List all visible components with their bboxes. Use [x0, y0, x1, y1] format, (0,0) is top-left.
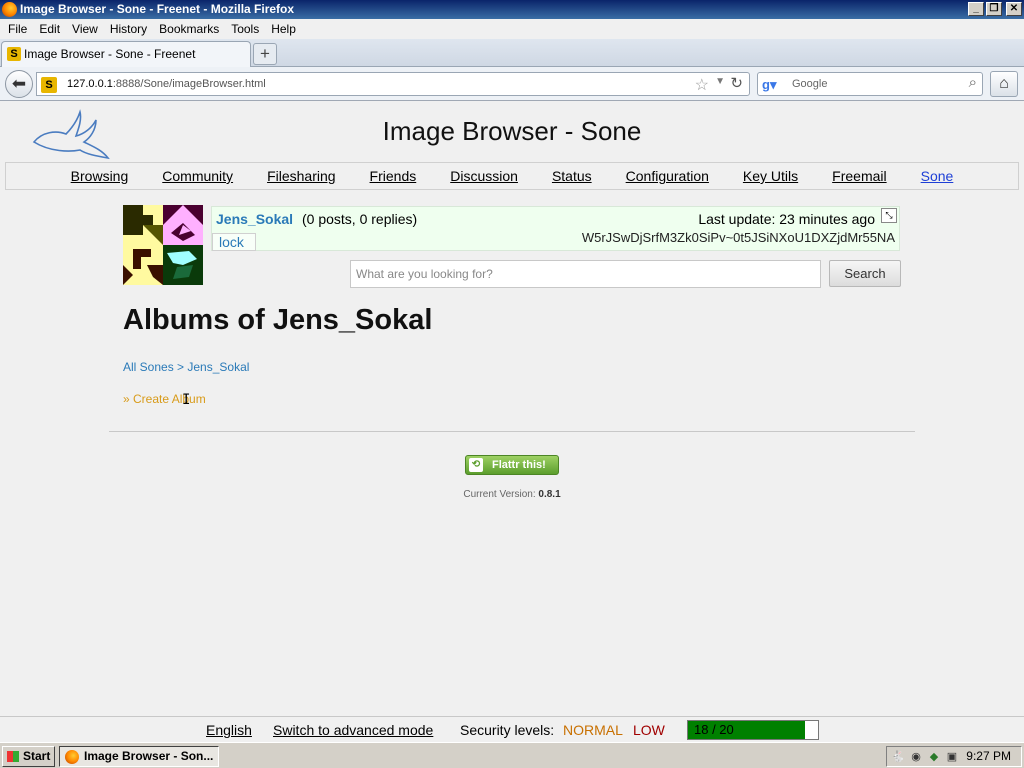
nav-browsing[interactable]: Browsing	[71, 168, 129, 184]
advanced-mode-link[interactable]: Switch to advanced mode	[273, 722, 433, 738]
taskbar-firefox-window[interactable]: Image Browser - Son...	[59, 746, 219, 767]
nav-community[interactable]: Community	[162, 168, 233, 184]
menu-tools[interactable]: Tools	[225, 22, 265, 36]
last-update-text: Last update: 23 minutes ago	[698, 211, 875, 227]
menu-bookmarks[interactable]: Bookmarks	[153, 22, 225, 36]
firefox-icon	[2, 2, 17, 17]
tab-bar: S Image Browser - Sone - Freenet +	[0, 39, 1024, 67]
nav-friends[interactable]: Friends	[370, 168, 417, 184]
page-title: Image Browser - Sone	[382, 116, 642, 146]
system-tray: 🐇 ◉ ◆ ▣ 9:27 PM	[886, 746, 1022, 767]
url-text[interactable]: 127.0.0.1:8888/Sone/imageBrowser.html	[67, 73, 266, 95]
security-levels-label: Security levels:	[460, 722, 555, 738]
reload-icon[interactable]: ↻	[730, 74, 743, 92]
version-label: Current Version:	[463, 489, 536, 500]
new-tab-button[interactable]: +	[253, 43, 277, 65]
history-dropdown-icon[interactable]: ▼	[715, 76, 725, 87]
sone-key-text: W5rJSwDjSrfM3Zk0SiPv~0t5JSiNXoU1DXZjdMr5…	[581, 230, 895, 245]
sone-profile-box: Jens_Sokal (0 posts, 0 replies) Last upd…	[211, 206, 900, 251]
flattr-button[interactable]: ⟲ Flattr this!	[465, 455, 559, 475]
flattr-label: Flattr this!	[492, 459, 546, 471]
freenet-nav-menu: Browsing Community Filesharing Friends D…	[5, 162, 1019, 190]
back-button[interactable]: ⬅	[5, 70, 33, 98]
nav-configuration[interactable]: Configuration	[626, 168, 709, 184]
create-album-link[interactable]: » Create Album	[123, 392, 206, 406]
sone-favicon-icon: S	[7, 47, 21, 61]
nav-sone[interactable]: Sone	[921, 168, 954, 184]
nav-filesharing[interactable]: Filesharing	[267, 168, 335, 184]
bookmark-star-icon[interactable]: ☆	[695, 75, 709, 95]
windows-taskbar: Start Image Browser - Son... 🐇 ◉ ◆ ▣ 9:2…	[0, 742, 1024, 768]
version-info: Current Version: 0.8.1	[0, 489, 1024, 500]
menu-history[interactable]: History	[104, 22, 153, 36]
nav-discussion[interactable]: Discussion	[450, 168, 518, 184]
navigation-bar: ⬅ S 127.0.0.1:8888/Sone/imageBrowser.htm…	[0, 67, 1024, 101]
menu-edit[interactable]: Edit	[33, 22, 66, 36]
maximize-button[interactable]: ❐	[986, 2, 1002, 16]
peers-count: 18 / 20	[694, 722, 734, 737]
expand-icon[interactable]: ⤡	[881, 208, 897, 223]
menu-bar: File Edit View History Bookmarks Tools H…	[0, 19, 1024, 39]
lock-button[interactable]: lock	[212, 233, 256, 251]
version-number: 0.8.1	[538, 489, 561, 500]
avatar[interactable]	[123, 205, 203, 285]
text-cursor-icon: I	[182, 392, 191, 408]
close-button[interactable]: ✕	[1006, 2, 1022, 16]
back-arrow-icon: ⬅	[11, 74, 27, 93]
nav-freemail[interactable]: Freemail	[832, 168, 886, 184]
magnifier-icon[interactable]: ⌕	[969, 74, 977, 91]
nav-key-utils[interactable]: Key Utils	[743, 168, 798, 184]
language-link[interactable]: English	[206, 722, 252, 738]
firefox-icon	[65, 750, 79, 764]
monitor-tray-icon[interactable]: ▣	[945, 750, 959, 764]
menu-view[interactable]: View	[66, 22, 104, 36]
security-level-friends[interactable]: LOW	[633, 722, 665, 738]
albums-heading: Albums of Jens_Sokal	[123, 304, 433, 336]
address-bar[interactable]: S 127.0.0.1:8888/Sone/imageBrowser.html …	[36, 72, 750, 96]
windows-logo-icon	[7, 751, 19, 762]
tab-label: Image Browser - Sone - Freenet	[24, 47, 196, 61]
window-controls: _ ❐ ✕	[968, 2, 1022, 16]
google-icon[interactable]: g▾	[762, 77, 778, 93]
window-title: Image Browser - Sone - Freenet - Mozilla…	[20, 2, 295, 16]
network-tray-icon[interactable]: ◉	[909, 750, 923, 764]
sone-post-counts: (0 posts, 0 replies)	[302, 211, 418, 227]
freenet-tray-icon[interactable]: 🐇	[891, 750, 905, 764]
site-identity-icon[interactable]: S	[41, 77, 57, 93]
search-button[interactable]: Search	[829, 260, 901, 287]
peers-progress-bar: 18 / 20	[687, 720, 819, 740]
minimize-button[interactable]: _	[968, 2, 984, 16]
url-host: 127.0.0.1	[67, 78, 113, 90]
web-search-bar[interactable]: g▾ Google ⌕	[757, 72, 983, 96]
page-content: Image Browser - Sone Browsing Community …	[0, 102, 1024, 716]
menu-file[interactable]: File	[2, 22, 33, 36]
nav-status[interactable]: Status	[552, 168, 592, 184]
clock[interactable]: 9:27 PM	[966, 747, 1011, 766]
search-input[interactable]: What are you looking for?	[350, 260, 821, 288]
security-level-network[interactable]: NORMAL	[563, 722, 623, 738]
window-titlebar: Image Browser - Sone - Freenet - Mozilla…	[0, 0, 1024, 19]
start-button[interactable]: Start	[2, 746, 55, 767]
tab-image-browser[interactable]: S Image Browser - Sone - Freenet	[1, 41, 251, 67]
flattr-icon: ⟲	[469, 458, 483, 472]
web-search-placeholder: Google	[792, 78, 828, 90]
freenet-status-bar: English Switch to advanced mode Security…	[0, 716, 1024, 742]
footer-divider	[109, 431, 915, 432]
security-tray-icon[interactable]: ◆	[927, 750, 941, 764]
taskbar-window-label: Image Browser - Son...	[84, 749, 214, 763]
breadcrumb[interactable]: All Sones > Jens_Sokal	[123, 360, 249, 374]
home-icon: ⌂	[999, 75, 1009, 92]
sone-name-link[interactable]: Jens_Sokal	[216, 211, 293, 227]
home-button[interactable]: ⌂	[990, 71, 1018, 97]
start-label: Start	[23, 749, 51, 763]
url-path: :8888/Sone/imageBrowser.html	[112, 78, 266, 90]
menu-help[interactable]: Help	[265, 22, 302, 36]
